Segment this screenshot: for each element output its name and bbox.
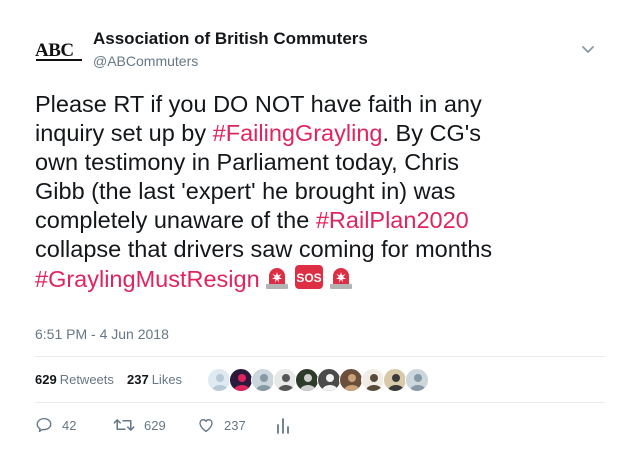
like-count: 237 [224, 417, 246, 433]
liker-avatar-5[interactable] [295, 368, 319, 392]
heart-icon [199, 419, 213, 433]
tweet-timestamp[interactable]: 6:51 PM - 4 Jun 2018 [35, 326, 169, 342]
liker-avatar-10[interactable] [405, 368, 429, 392]
tweet-line: #GraylingMustResign SOS [35, 264, 605, 297]
rotating-light-emoji [264, 264, 290, 297]
hashtag-link[interactable]: #GraylingMustResign [35, 266, 260, 292]
author-handle[interactable]: @ABCommuters [93, 53, 198, 69]
author-name[interactable]: Association of British Commuters [93, 29, 368, 49]
tweet-text-segment: . By CG's [382, 120, 481, 146]
rotating-light-emoji [328, 264, 354, 297]
retweets-count: 629 [35, 372, 57, 387]
liker-avatar-7[interactable] [339, 368, 363, 392]
retweet-icon [113, 419, 135, 431]
tweet-card: ABC Association of British Commuters @AB… [0, 0, 629, 461]
liker-avatar-1[interactable] [207, 368, 231, 392]
author-logo[interactable]: ABC [35, 37, 85, 65]
analytics-button[interactable] [275, 416, 291, 434]
tweet-header: ABC Association of British Commuters @AB… [35, 27, 605, 77]
hashtag-link[interactable]: #FailingGrayling [213, 120, 383, 146]
like-button[interactable]: 237 [197, 416, 246, 434]
retweets-stat[interactable]: 629 Retweets [35, 372, 114, 387]
retweet-button[interactable]: 629 [113, 416, 166, 434]
tweet-stats: 629 Retweets 237 Likes [35, 365, 605, 397]
svg-text:SOS: SOS [296, 271, 321, 285]
tweet-line: Gibb (the last 'expert' he brought in) w… [35, 177, 605, 206]
author-logo-text: ABC [35, 40, 74, 61]
tweet-text-segment: completely unaware of the [35, 207, 316, 233]
tweet-line: completely unaware of the #RailPlan2020 [35, 206, 605, 235]
tweet-text-segment: own testimony in Parliament today, Chris [35, 149, 460, 175]
tweet-text-segment: inquiry set up by [35, 120, 213, 146]
sos-emoji: SOS [294, 264, 324, 297]
chevron-down-icon[interactable] [579, 41, 597, 59]
reply-button[interactable]: 42 [35, 416, 76, 434]
likes-label: Likes [151, 372, 183, 387]
liker-avatar-9[interactable] [383, 368, 407, 392]
tweet-line: own testimony in Parliament today, Chris [35, 148, 605, 177]
logo-underline [36, 59, 82, 61]
retweet-count: 629 [144, 417, 166, 433]
liker-avatar-6[interactable] [317, 368, 341, 392]
liker-avatar-4[interactable] [273, 368, 297, 392]
tweet-actions: 42 629 237 [35, 414, 605, 440]
divider-bottom [35, 402, 605, 403]
reply-count: 42 [62, 417, 77, 433]
liker-avatar-3[interactable] [251, 368, 275, 392]
tweet-text: Please RT if you DO NOT have faith in an… [35, 90, 605, 297]
reply-icon [36, 417, 52, 433]
liker-avatar-8[interactable] [361, 368, 385, 392]
divider-top [35, 356, 605, 357]
retweets-label: Retweets [59, 372, 114, 387]
tweet-text-segment: Please RT if you DO NOT have faith in an… [35, 91, 482, 117]
tweet-text-segment: Gibb (the last 'expert' he brought in) w… [35, 178, 456, 204]
hashtag-link[interactable]: #RailPlan2020 [316, 207, 469, 233]
analytics-icon [277, 418, 289, 434]
likes-stat[interactable]: 237 Likes [127, 372, 182, 387]
likes-count: 237 [127, 372, 149, 387]
tweet-line: Please RT if you DO NOT have faith in an… [35, 90, 605, 119]
tweet-line: inquiry set up by #FailingGrayling. By C… [35, 119, 605, 148]
tweet-text-segment: collapse that drivers saw coming for mon… [35, 236, 493, 262]
tweet-line: collapse that drivers saw coming for mon… [35, 235, 605, 264]
liker-avatar-2[interactable] [229, 368, 253, 392]
